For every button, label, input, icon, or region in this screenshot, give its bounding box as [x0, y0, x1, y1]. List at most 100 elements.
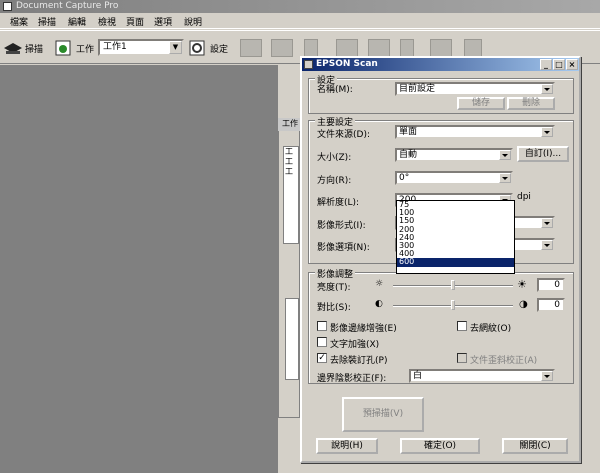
app-title-bar: Document Capture Pro — [0, 0, 600, 13]
source-label: 文件來源(D): — [317, 130, 370, 140]
maximize-icon[interactable]: □ — [553, 59, 565, 70]
menu-options[interactable]: 選項 — [154, 15, 172, 28]
dialog-title: EPSON Scan — [316, 59, 378, 69]
custom-size-button[interactable]: 自訂(I)... — [517, 146, 569, 162]
export-icon[interactable] — [400, 39, 414, 57]
menu-scan[interactable]: 掃描 — [38, 15, 56, 28]
text-enhance-label: 文字加強(X) — [330, 340, 380, 350]
contrast-label: 對比(S): — [317, 303, 351, 313]
contrast-high-icon: ◑ — [519, 299, 528, 310]
image-icon[interactable] — [430, 39, 452, 57]
scan-button[interactable]: 掃描 — [3, 37, 43, 59]
resolution-option[interactable]: 75 — [397, 200, 514, 209]
save-button[interactable]: 儲存 — [457, 97, 505, 110]
menu-edit[interactable]: 編輯 — [68, 15, 86, 28]
text-enhance-checkbox[interactable] — [317, 337, 327, 347]
resolution-label: 解析度(L): — [317, 198, 360, 208]
name-select[interactable]: 目前設定 — [395, 82, 555, 96]
resolution-option[interactable]: 240 — [397, 233, 514, 242]
contrast-low-icon: ◐ — [375, 299, 383, 309]
menu-page[interactable]: 頁面 — [126, 15, 144, 28]
behind-list-lower — [285, 298, 299, 380]
job-button[interactable]: 工作 — [54, 37, 94, 59]
resolution-option[interactable]: 300 — [397, 241, 514, 250]
chevron-down-icon[interactable] — [541, 127, 553, 137]
chevron-down-icon[interactable] — [541, 218, 553, 228]
menu-file[interactable]: 檔案 — [10, 15, 28, 28]
mail-icon[interactable] — [271, 39, 293, 57]
list-item: 工 — [285, 147, 293, 156]
settings-button[interactable]: 設定 — [188, 37, 228, 59]
size-select-value: 自動 — [399, 150, 418, 160]
web-icon[interactable] — [368, 39, 390, 57]
chevron-down-icon[interactable] — [541, 240, 553, 250]
brightness-slider-thumb[interactable] — [451, 280, 455, 290]
job-button-label: 工作 — [76, 44, 95, 55]
size-label: 大小(Z): — [317, 153, 352, 163]
auto-rotate-label: 影像邊緣增強(E) — [330, 324, 397, 334]
job-select[interactable]: 工作1 ▼ — [98, 39, 184, 56]
edge-fill-select[interactable]: 白 — [409, 369, 555, 383]
dialog-title-bar: EPSON Scan _ □ × — [302, 58, 579, 71]
menu-bar: 檔案 掃描 編輯 檢視 頁面 選項 說明 — [0, 13, 600, 29]
chevron-down-icon[interactable]: ▼ — [169, 41, 182, 54]
name-label: 名稱(M): — [317, 85, 353, 95]
epson-icon — [304, 60, 313, 69]
app-title: Document Capture Pro — [16, 1, 119, 11]
list-item: 工 — [285, 167, 293, 176]
punch-hole-label: 去除裝訂孔(P) — [330, 356, 388, 366]
scan-button-label: 掃描 — [25, 44, 44, 55]
epson-scan-dialog: EPSON Scan _ □ × 設定 名稱(M): 目前設定 儲存 刪除 主要… — [300, 56, 581, 463]
resolution-dropdown-list[interactable]: 75 100 150 200 240 300 400 600 — [396, 200, 515, 274]
resolution-option[interactable]: 150 — [397, 217, 514, 225]
contrast-slider-thumb[interactable] — [451, 300, 455, 310]
remove-bg-label: 去網紋(O) — [470, 324, 512, 334]
contrast-input[interactable]: 0 — [537, 298, 565, 312]
behind-list: 工 工 工 — [283, 146, 299, 244]
close-icon[interactable]: × — [566, 59, 578, 70]
image-adjust-group: 影像調整 亮度(T): ☼ ☀ 0 對比(S): ◐ ◑ 0 影像邊緣增強(E)… — [308, 267, 574, 384]
job-icon — [55, 40, 71, 56]
remove-bg-checkbox[interactable] — [457, 321, 467, 331]
image-type-label: 影像形式(I): — [317, 221, 366, 231]
orientation-select[interactable]: 0° — [395, 171, 513, 185]
source-select[interactable]: 單面 — [395, 125, 555, 139]
close-button[interactable]: 關閉(C) — [502, 438, 568, 454]
resolution-option[interactable]: 200 — [397, 225, 514, 234]
list-item: 工 — [285, 157, 293, 166]
resolution-option[interactable]: 100 — [397, 209, 514, 217]
chevron-down-icon[interactable] — [499, 150, 511, 160]
menu-help[interactable]: 說明 — [184, 15, 202, 28]
auto-rotate-checkbox[interactable] — [317, 321, 327, 331]
skew-label: 文件歪斜校正(A) — [470, 356, 538, 366]
orientation-label: 方向(R): — [317, 176, 352, 186]
edge-fill-label: 邊界陰影校正(F): — [317, 374, 387, 384]
resolution-option-selected[interactable]: 600 — [397, 258, 514, 267]
help-button[interactable]: 說明(H) — [316, 438, 378, 454]
menu-view[interactable]: 檢視 — [98, 15, 116, 28]
document-icon[interactable] — [304, 39, 318, 57]
folder-icon[interactable] — [240, 39, 262, 57]
punch-hole-checkbox[interactable]: ✓ — [317, 353, 327, 363]
copy-icon[interactable] — [464, 39, 482, 57]
chevron-down-icon[interactable] — [541, 84, 553, 94]
skew-checkbox[interactable] — [457, 353, 467, 363]
brightness-input[interactable]: 0 — [537, 278, 565, 292]
preview-scan-button[interactable]: 預掃描(V) — [342, 397, 424, 432]
ok-button[interactable]: 確定(O) — [400, 438, 480, 454]
minimize-icon[interactable]: _ — [540, 59, 552, 70]
behind-panel-title: 工作 — [278, 118, 300, 131]
adjust-group-label: 影像調整 — [315, 267, 356, 280]
brightness-low-icon: ☼ — [375, 279, 384, 289]
brightness-label: 亮度(T): — [317, 283, 351, 293]
brightness-high-icon: ☀ — [517, 278, 527, 291]
print-icon[interactable] — [336, 39, 358, 57]
size-select[interactable]: 自動 — [395, 148, 513, 162]
chevron-down-icon[interactable] — [541, 371, 553, 381]
chevron-down-icon[interactable] — [499, 173, 511, 183]
name-select-value: 目前設定 — [399, 84, 436, 94]
resolution-option[interactable]: 400 — [397, 250, 514, 258]
delete-button[interactable]: 刪除 — [507, 97, 555, 110]
workspace-area — [0, 65, 278, 473]
settings-group: 設定 名稱(M): 目前設定 儲存 刪除 — [308, 73, 574, 114]
